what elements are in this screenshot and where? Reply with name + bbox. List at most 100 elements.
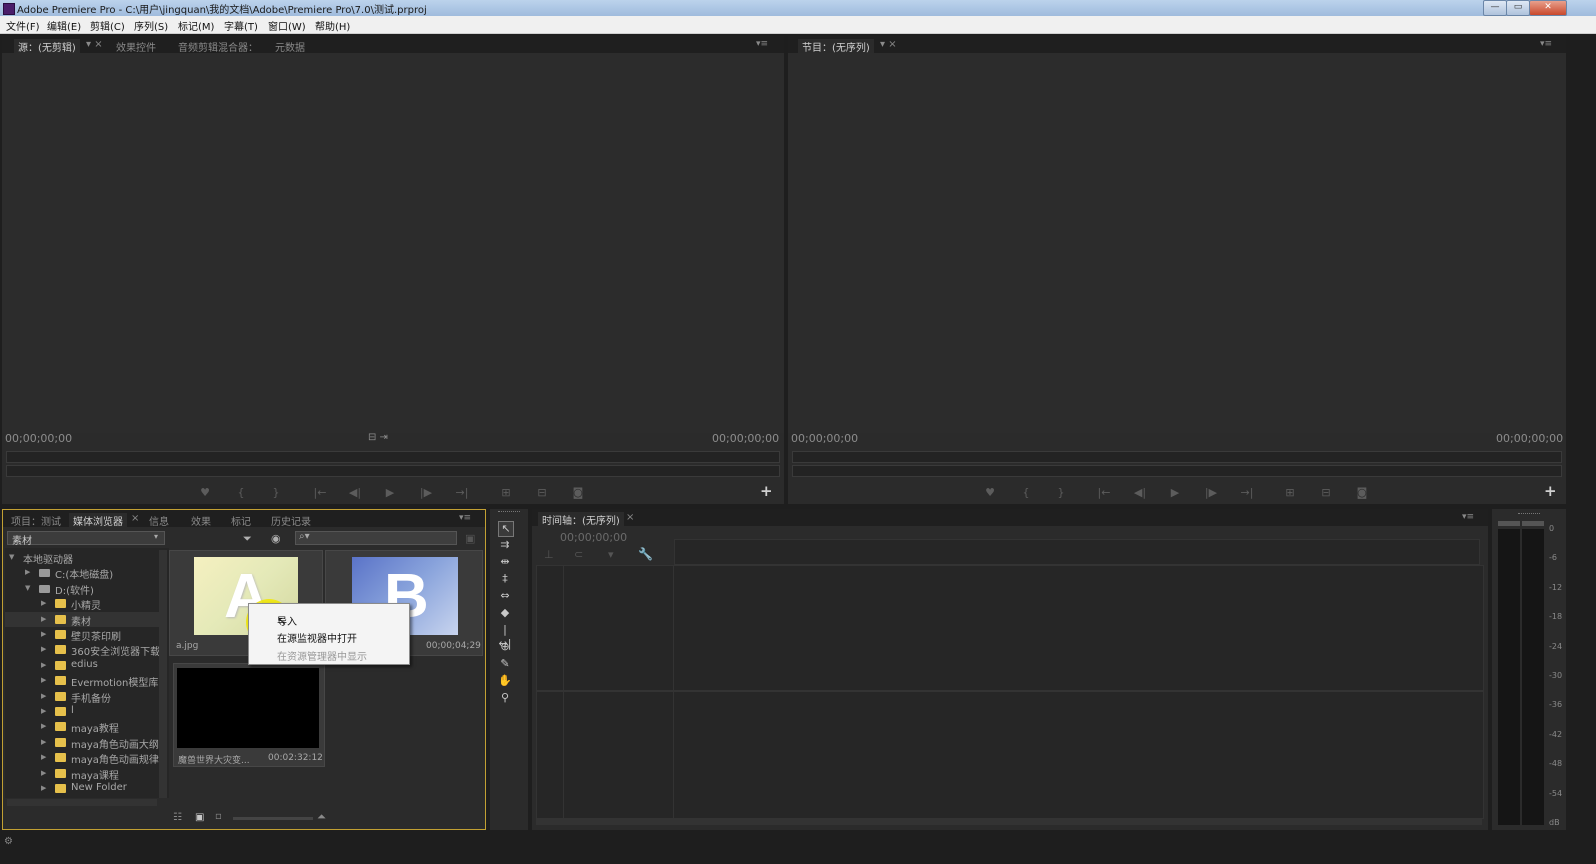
zoom-out-icon[interactable]: ▫ xyxy=(215,811,222,822)
tab-media-browser[interactable]: 媒体浏览器 xyxy=(69,513,127,528)
program-scrubber[interactable] xyxy=(792,451,1562,463)
wrench-icon[interactable]: 🔧 xyxy=(638,547,653,561)
source-scrubber[interactable] xyxy=(6,451,780,463)
go-to-out-icon[interactable]: →| xyxy=(1237,486,1257,499)
new-bin-icon[interactable]: ▣ xyxy=(465,532,475,545)
collapsed-arrow-icon[interactable]: ▶ xyxy=(25,568,30,576)
tree-item[interactable]: ▶ maya角色动画规律 xyxy=(5,750,159,766)
icon-view-icon[interactable]: ▣ xyxy=(195,812,204,823)
razor-tool-icon[interactable]: ◆ xyxy=(498,606,512,620)
overwrite-icon[interactable]: ⊟ xyxy=(532,486,552,499)
tab-program-dropdown[interactable]: ▾ × xyxy=(880,39,897,50)
close-button[interactable]: ✕ xyxy=(1529,0,1567,16)
tab-history[interactable]: 历史记录 xyxy=(271,513,311,528)
step-back-icon[interactable]: ◀| xyxy=(345,486,365,499)
expanded-arrow-icon[interactable]: ▼ xyxy=(9,553,14,561)
collapsed-arrow-icon[interactable]: ▶ xyxy=(41,599,46,607)
panel-menu-icon[interactable]: ▾≡ xyxy=(1540,39,1552,49)
tree-item[interactable]: ▶ edius xyxy=(5,658,159,673)
source-zoom-bar[interactable] xyxy=(6,465,780,477)
tab-audio-clip-mixer[interactable]: 音频剪辑混合器： xyxy=(178,39,258,54)
export-frame-icon[interactable]: ◙ xyxy=(1352,486,1372,499)
collapsed-arrow-icon[interactable]: ▶ xyxy=(41,769,46,777)
tab-effects[interactable]: 效果 xyxy=(191,513,211,528)
mark-out-icon[interactable]: } xyxy=(266,486,286,499)
play-icon[interactable]: ▶ xyxy=(1165,486,1185,499)
tree-item[interactable]: ▶ C:(本地磁盘) xyxy=(5,565,159,581)
tree-scrollbar[interactable] xyxy=(159,550,167,798)
linked-selection-icon[interactable]: ⊂ xyxy=(574,548,583,561)
snap-icon[interactable]: ⊥ xyxy=(544,548,554,561)
step-forward-icon[interactable]: |▶ xyxy=(416,486,436,499)
button-editor-plus-icon[interactable]: + xyxy=(760,482,773,500)
collapsed-arrow-icon[interactable]: ▶ xyxy=(41,615,46,623)
tab-markers[interactable]: 标记 xyxy=(231,513,251,528)
search-input[interactable]: ⌕▾ xyxy=(295,531,457,545)
time-ruler[interactable] xyxy=(674,539,1480,565)
menu-marker[interactable]: 标记(M) xyxy=(178,18,214,33)
tree-h-scrollbar[interactable] xyxy=(7,799,157,806)
tree-item[interactable]: ▼ 本地驱动器 xyxy=(5,550,159,566)
tree-item[interactable]: ▼ D:(软件) xyxy=(5,581,159,597)
view-as-dropdown[interactable]: 素材 ▾ xyxy=(7,531,165,547)
tab-source-dropdown[interactable]: ▾ × xyxy=(86,39,103,50)
mark-out-icon[interactable]: } xyxy=(1051,486,1071,499)
collapsed-arrow-icon[interactable]: ▶ xyxy=(41,692,46,700)
tab-source[interactable]: 源：(无剪辑) xyxy=(14,39,80,54)
tab-close-icon[interactable]: × xyxy=(626,512,634,523)
collapsed-arrow-icon[interactable]: ▶ xyxy=(41,722,46,730)
tree-item[interactable]: ▶ 素材 xyxy=(5,611,159,628)
tab-project[interactable]: 项目：测试 xyxy=(11,513,61,528)
tab-info[interactable]: 信息 xyxy=(149,513,169,528)
tree-item[interactable]: ▶ maya课程 xyxy=(5,766,159,782)
slide-tool-icon[interactable]: ⊕ xyxy=(498,640,512,654)
play-icon[interactable]: ▶ xyxy=(380,486,400,499)
collapsed-arrow-icon[interactable]: ▶ xyxy=(41,630,46,638)
menu-file[interactable]: 文件(F) xyxy=(6,18,40,33)
add-marker-icon[interactable]: ♥ xyxy=(980,486,1000,499)
add-marker-icon[interactable]: ▾ xyxy=(608,548,614,561)
tab-metadata[interactable]: 元数据 xyxy=(275,39,305,54)
panel-menu-icon[interactable]: ▾≡ xyxy=(459,513,471,523)
view-icon[interactable]: ◉ xyxy=(271,532,281,545)
program-zoom-bar[interactable] xyxy=(792,465,1562,477)
tree-item[interactable]: ▶ maya角色动画大纲 xyxy=(5,735,159,751)
ripple-edit-tool-icon[interactable]: ⇹ xyxy=(498,555,512,569)
tree-item[interactable]: ▶ 手机备份 xyxy=(5,689,159,705)
export-frame-icon[interactable]: ◙ xyxy=(568,486,588,499)
tab-program[interactable]: 节目：(无序列) xyxy=(798,39,874,54)
maximize-button[interactable]: ▭ xyxy=(1506,0,1530,16)
menu-clip[interactable]: 剪辑(C) xyxy=(90,18,125,33)
source-fit-icon[interactable]: ⊟ ⇥ xyxy=(368,432,388,443)
tree-item[interactable]: ▶ Evermotion模型库 xyxy=(5,673,159,689)
menu-edit[interactable]: 编辑(E) xyxy=(47,18,81,33)
lift-icon[interactable]: ⊞ xyxy=(1280,486,1300,499)
tree-item[interactable]: ▶ 小精灵 xyxy=(5,596,159,612)
collapsed-arrow-icon[interactable]: ▶ xyxy=(41,676,46,684)
timeline-h-scrollbar[interactable] xyxy=(536,819,1482,825)
collapsed-arrow-icon[interactable]: ▶ xyxy=(41,645,46,653)
minimize-button[interactable]: — xyxy=(1483,0,1507,16)
pen-tool-icon[interactable]: ✎ xyxy=(498,657,512,671)
ctx-open-in-source-monitor[interactable]: 在源监视器中打开 xyxy=(277,630,357,645)
mark-in-icon[interactable]: { xyxy=(1016,486,1036,499)
step-forward-icon[interactable]: |▶ xyxy=(1201,486,1221,499)
collapsed-arrow-icon[interactable]: ▶ xyxy=(41,661,46,669)
tab-timeline[interactable]: 时间轴：(无序列) xyxy=(538,512,624,527)
collapsed-arrow-icon[interactable]: ▶ xyxy=(41,707,46,715)
go-to-in-icon[interactable]: |← xyxy=(1094,486,1114,499)
extract-icon[interactable]: ⊟ xyxy=(1316,486,1336,499)
menu-window[interactable]: 窗口(W) xyxy=(268,18,306,33)
collapsed-arrow-icon[interactable]: ▶ xyxy=(41,784,46,792)
panel-menu-icon[interactable]: ▾≡ xyxy=(1462,512,1474,522)
collapsed-arrow-icon[interactable]: ▶ xyxy=(41,753,46,761)
collapsed-arrow-icon[interactable]: ▶ xyxy=(41,738,46,746)
tab-effect-controls[interactable]: 效果控件 xyxy=(116,39,156,54)
rolling-edit-tool-icon[interactable]: ‡ xyxy=(498,572,512,586)
tree-item[interactable]: ▶ l xyxy=(5,704,159,719)
insert-icon[interactable]: ⊞ xyxy=(496,486,516,499)
expanded-arrow-icon[interactable]: ▼ xyxy=(25,584,30,592)
ctx-reveal-in-explorer[interactable]: 在资源管理器中显示 xyxy=(277,648,367,663)
slip-tool-icon[interactable]: |↔| xyxy=(498,623,512,650)
tree-item[interactable]: ▶ maya教程 xyxy=(5,719,159,735)
